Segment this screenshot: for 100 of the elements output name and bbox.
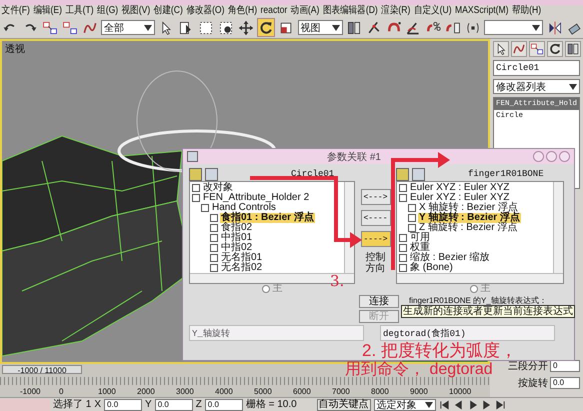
named-selection-dropdown[interactable] (484, 20, 544, 35)
menu-item[interactable]: 组(G) (97, 5, 118, 17)
axis-label: Y (145, 398, 152, 410)
previous-frame-icon[interactable] (452, 400, 464, 410)
viewport-label: 透视 (5, 42, 25, 56)
track-node-icon (408, 224, 416, 232)
caret-icon (569, 84, 577, 90)
tick-label: 6000 (293, 386, 312, 397)
scrollbar[interactable] (397, 273, 563, 283)
coordinate-field[interactable]: 0.0 (204, 398, 243, 410)
menu-item[interactable]: 角色(H) (228, 5, 258, 17)
direction-button[interactable]: <---> (360, 189, 390, 205)
caret-icon (332, 24, 340, 30)
track-item[interactable]: 食指01 : Bezier 浮点 (220, 213, 315, 223)
tick-label: 10000 (449, 386, 472, 397)
dialog-title: 参数关联 #1 (327, 150, 381, 164)
track-node-icon (399, 244, 407, 252)
track-item[interactable]: 无名指01 (220, 253, 264, 263)
panel-tab-icon[interactable] (493, 41, 509, 57)
track-item[interactable]: 无名指02 (220, 263, 264, 273)
tick-label: 9000 (410, 386, 429, 397)
coordinate-field[interactable]: 0.0 (104, 398, 142, 410)
menu-item[interactable]: 帮助(H) (512, 5, 542, 17)
direction-label: 控制方向 (364, 252, 386, 274)
menu-item[interactable]: MAXScript(M) (455, 5, 509, 17)
track-item[interactable]: 食指02 (220, 223, 254, 233)
scrollbar[interactable] (553, 182, 563, 273)
tooltip: 生成新的连接或者更新当前连接表达式 (401, 305, 575, 318)
object-pick-icon[interactable] (412, 168, 425, 180)
object-pick-icon[interactable] (205, 168, 218, 180)
track-item[interactable]: 中指02 (220, 243, 254, 253)
object-name-field[interactable]: Circle01 (493, 60, 580, 76)
menu-item[interactable]: 修改器(O) (186, 5, 224, 17)
grid-size: 栅格 = 10.0 (246, 398, 297, 410)
menu-item[interactable]: 编辑(E) (33, 5, 62, 17)
parameter-field[interactable]: 0 (550, 360, 580, 372)
folder-icon[interactable] (189, 168, 202, 180)
caret-icon (532, 24, 540, 30)
menu-item[interactable]: 图表编辑器(D) (322, 5, 378, 17)
selection-filter-dropdown[interactable]: 全部 (101, 20, 155, 35)
parameter-label: 三段分开 (508, 360, 548, 373)
track-item[interactable]: 改对象 (202, 183, 234, 193)
connect-button[interactable]: 连接 (359, 295, 399, 308)
go-to-end-icon[interactable] (494, 400, 506, 410)
track-item[interactable]: Y 轴旋转 : Bezier 浮点 (418, 213, 521, 223)
track-item[interactable]: 可用 (409, 233, 431, 243)
expression-field[interactable]: degtorad(食指01) (380, 325, 555, 341)
track-node-icon (192, 184, 200, 192)
track-node-icon (399, 184, 407, 192)
track-node-icon (399, 194, 407, 202)
track-item[interactable]: 象 (Bone) (409, 263, 454, 273)
time-range-box[interactable]: -1000 / 11000 (2, 365, 82, 374)
axis-label: X (94, 398, 102, 410)
track-item[interactable]: 缩放 : Bezier 缩放 (409, 253, 490, 263)
auto-key-button[interactable]: 自动关键点 (316, 398, 371, 410)
tick-label: 7000 (332, 386, 351, 397)
menu-item[interactable]: 视图(V) (122, 5, 150, 17)
expression-field[interactable]: Y_轴旋转 (189, 325, 364, 341)
track-node-icon (192, 194, 200, 202)
go-to-start-icon[interactable] (438, 400, 450, 410)
track-node-icon (210, 234, 218, 242)
key-filter-dropdown[interactable]: 选定对象 (374, 398, 436, 410)
annotation-text: 3. (330, 274, 344, 289)
menu-item[interactable]: 渲染(R) (381, 5, 410, 17)
scrollbar[interactable] (344, 182, 354, 273)
parameter-field[interactable]: 0.0 (550, 377, 580, 389)
panel-tab-icon[interactable] (565, 41, 581, 57)
direction-button[interactable]: <---- (360, 210, 390, 226)
radio-button[interactable] (470, 285, 478, 293)
track-item[interactable]: 权重 (409, 243, 431, 253)
selection-count: 选择了 1 (53, 398, 92, 410)
rotate-icon[interactable] (256, 18, 275, 37)
radio-button[interactable] (262, 285, 270, 293)
tick-label: 2000 (137, 386, 156, 397)
menu-item[interactable]: 工具(T) (65, 5, 94, 17)
tick-label: 8000 (371, 386, 390, 397)
track-item[interactable]: 中指01 (220, 233, 254, 243)
tick-label: 3000 (176, 386, 195, 397)
menu-item[interactable]: 创建(C) (154, 5, 183, 17)
track-node-icon (399, 264, 407, 272)
menu-item[interactable]: 动画(A) (290, 5, 320, 17)
menu-item[interactable]: 文件(F) (2, 5, 30, 17)
modifier-list-dropdown[interactable]: 修改器列表 (493, 79, 580, 94)
parameter-label: 按旋转 (518, 376, 548, 390)
move-icon[interactable] (237, 18, 254, 37)
direction-button[interactable]: ----> (360, 231, 390, 247)
track-item[interactable]: Hand Controls (211, 203, 277, 213)
caret-icon (424, 402, 433, 408)
tick-label: 5000 (254, 386, 273, 397)
caret-icon (144, 24, 152, 30)
folder-icon[interactable] (396, 168, 409, 180)
menu-item[interactable]: reactor (260, 5, 288, 17)
coordinate-field[interactable]: 0.0 (154, 398, 193, 410)
next-frame-icon[interactable] (480, 400, 492, 410)
coordinate-dropdown[interactable]: 视图 (298, 20, 343, 35)
menu-item[interactable]: 自定义(U) (414, 5, 452, 17)
panel-tab-icon[interactable] (529, 41, 545, 57)
panel-tab-icon[interactable] (547, 41, 563, 57)
track-node-icon (210, 264, 218, 272)
track-item[interactable]: FEN_Attribute_Holder 2 (202, 193, 310, 203)
